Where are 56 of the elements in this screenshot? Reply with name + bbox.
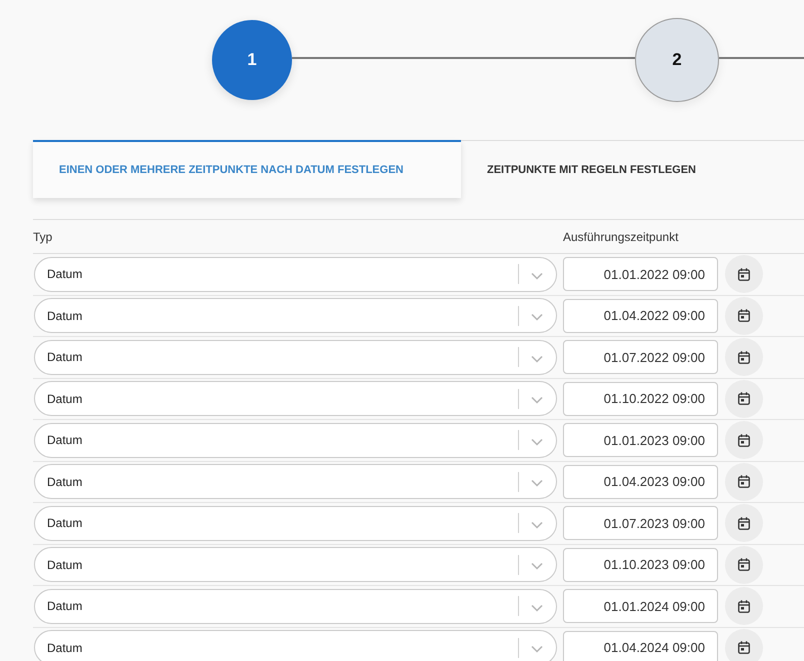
calendar-icon (738, 268, 750, 281)
calendar-button[interactable] (725, 338, 763, 376)
date-field[interactable]: 01.04.2022 09:00 (563, 298, 718, 333)
calendar-icon (738, 558, 750, 572)
calendar-button[interactable] (725, 504, 763, 542)
type-select[interactable]: Datum (34, 630, 557, 661)
chevron-down-icon (531, 479, 543, 488)
date-field[interactable]: 01.07.2023 09:00 (563, 506, 718, 540)
chevron-down-icon (531, 562, 543, 570)
type-select[interactable]: Datum (34, 422, 557, 458)
calendar-button[interactable] (725, 380, 763, 418)
date-field[interactable]: 01.10.2023 09:00 (563, 548, 718, 582)
step-circle[interactable]: 1 (212, 20, 292, 100)
column-header: Ausführungszeitpunkt (563, 228, 678, 246)
chevron-down-icon (531, 396, 543, 404)
calendar-icon (738, 516, 750, 530)
chevron-down-icon (531, 604, 543, 612)
type-select[interactable]: Datum (34, 298, 557, 334)
calendar-button[interactable] (725, 587, 763, 626)
calendar-button[interactable] (725, 255, 763, 294)
type-select[interactable]: Datum (34, 506, 557, 541)
calendar-icon (738, 392, 750, 406)
chevron-down-icon (531, 272, 543, 280)
calendar-icon (738, 600, 750, 613)
calendar-icon (738, 350, 750, 364)
type-select[interactable]: Datum (34, 340, 557, 375)
calendar-icon (738, 475, 750, 488)
type-select[interactable]: Datum (34, 464, 557, 500)
date-field[interactable]: 01.01.2024 09:00 (563, 589, 718, 624)
type-select[interactable]: Datum (34, 547, 557, 582)
chevron-down-icon (531, 645, 543, 654)
tab[interactable]: EINEN ODER MEHRERE ZEITPUNKTE NACH DATUM FESTLEGEN (33, 140, 461, 198)
date-field[interactable]: 01.04.2023 09:00 (563, 464, 718, 499)
date-field[interactable]: 01.01.2022 09:00 (563, 257, 718, 292)
type-select[interactable]: Datum (34, 256, 557, 292)
calendar-button[interactable] (725, 462, 763, 501)
date-field[interactable]: 01.04.2024 09:00 (563, 630, 718, 661)
date-field[interactable]: 01.10.2022 09:00 (563, 382, 718, 416)
chevron-down-icon (531, 313, 543, 322)
step-circle[interactable]: 2 (635, 18, 719, 102)
calendar-button[interactable] (725, 546, 763, 584)
calendar-icon (738, 309, 750, 322)
calendar-button[interactable] (725, 421, 763, 460)
chevron-down-icon (531, 520, 543, 529)
calendar-button[interactable] (725, 628, 763, 661)
tab[interactable]: ZEITPUNKTE MIT REGELN FESTLEGEN (461, 140, 722, 198)
chevron-down-icon (531, 354, 543, 363)
calendar-button[interactable] (725, 296, 763, 335)
type-select[interactable]: Datum (34, 588, 557, 624)
type-select[interactable]: Datum (34, 381, 557, 416)
date-field[interactable]: 01.07.2022 09:00 (563, 340, 718, 374)
calendar-icon (738, 434, 750, 447)
calendar-icon (738, 641, 750, 654)
date-field[interactable]: 01.01.2023 09:00 (563, 423, 718, 458)
column-header: Typ (33, 228, 54, 246)
chevron-down-icon (531, 438, 543, 446)
